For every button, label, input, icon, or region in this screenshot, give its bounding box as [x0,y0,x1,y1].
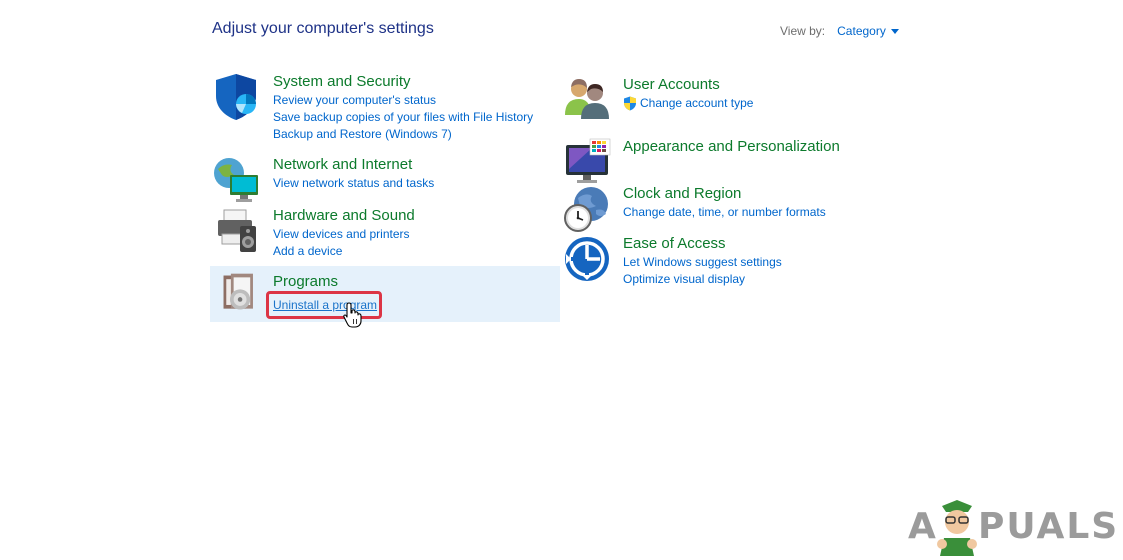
file-history-link[interactable]: Save backup copies of your files with Fi… [273,109,533,126]
view-by-control: View by: Category [780,24,899,38]
appearance-title[interactable]: Appearance and Personalization [623,137,840,157]
view-by-dropdown[interactable]: Category [837,24,899,38]
optimize-display-link[interactable]: Optimize visual display [623,271,782,288]
shield-icon [216,74,256,120]
date-time-formats-link[interactable]: Change date, time, or number formats [623,204,826,221]
clock-region-title[interactable]: Clock and Region [623,184,826,204]
network-globe-icon [214,158,258,202]
printer-speaker-icon [218,209,256,252]
chevron-down-icon [890,29,899,34]
programs-title[interactable]: Programs [273,272,377,292]
change-account-type-link[interactable]: Change account type [640,95,753,112]
change-account-type-row[interactable]: Change account type [623,95,753,112]
add-device-link[interactable]: Add a device [273,243,415,260]
review-status-link[interactable]: Review your computer's status [273,92,533,109]
hand-cursor-icon [343,302,362,328]
watermark-text-right: PUALS [978,506,1120,547]
programs-disc-icon [223,273,253,310]
suggest-settings-link[interactable]: Let Windows suggest settings [623,254,782,271]
ease-of-access-title[interactable]: Ease of Access [623,234,782,254]
network-internet-title[interactable]: Network and Internet [273,155,434,175]
devices-printers-link[interactable]: View devices and printers [273,226,415,243]
system-security-title[interactable]: System and Security [273,72,533,92]
page-title: Adjust your computer's settings [212,20,434,37]
ease-of-access-icon [565,237,609,281]
monitor-palette-icon [566,138,611,183]
hardware-sound-title[interactable]: Hardware and Sound [273,206,415,226]
appuals-watermark: A PUALS [908,500,1118,556]
uac-shield-icon [624,96,636,111]
clock-globe-icon [564,187,608,232]
view-by-value: Category [837,24,886,38]
users-icon [565,79,609,119]
control-panel-window: Adjust your computer's settings View by:… [0,0,1123,560]
backup-restore-link[interactable]: Backup and Restore (Windows 7) [273,126,533,143]
mascot-logo-icon [937,500,977,556]
highlight-annotation-box [266,291,382,319]
view-by-label: View by: [780,24,826,38]
user-accounts-title[interactable]: User Accounts [623,75,753,95]
network-status-link[interactable]: View network status and tasks [273,175,434,192]
